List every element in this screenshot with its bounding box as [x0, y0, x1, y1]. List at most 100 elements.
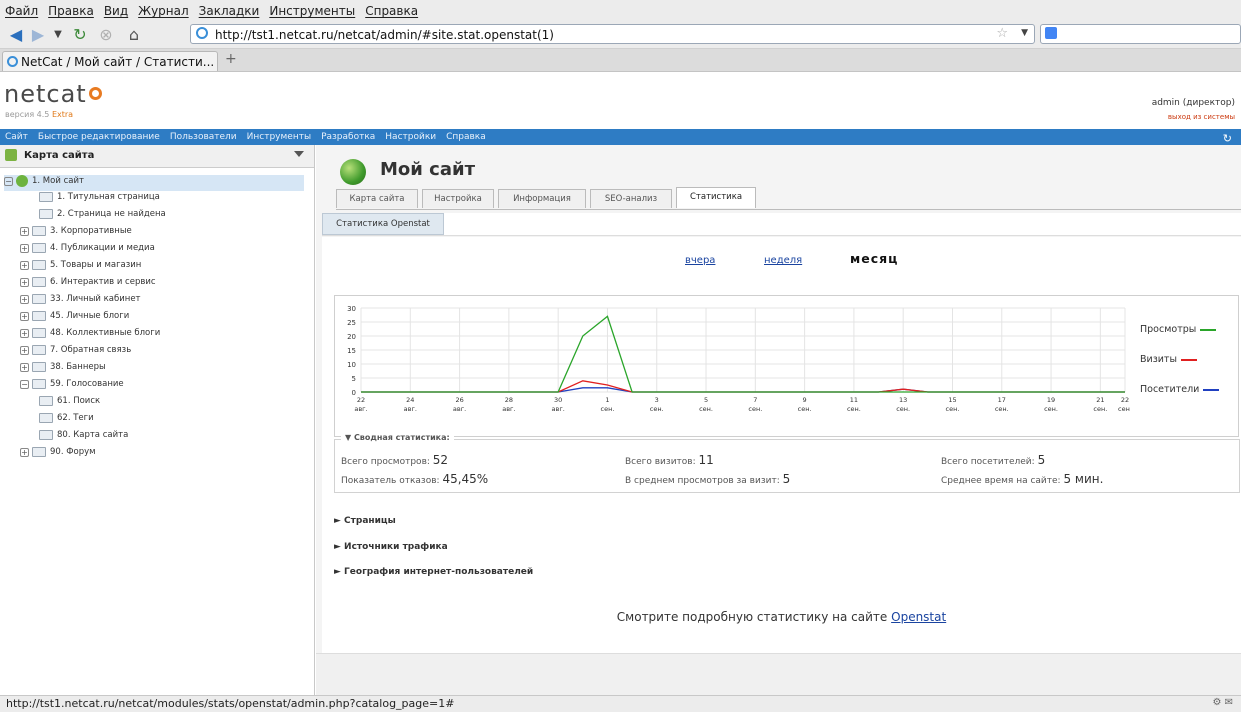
tree-expander-icon[interactable]: + [20, 226, 29, 236]
tree-item[interactable]: +45. Личные блоги [20, 311, 304, 327]
folder-icon [32, 226, 46, 236]
tree-item[interactable]: +3. Корпоративные [20, 226, 304, 242]
tree-expander-icon[interactable]: + [20, 362, 29, 372]
tree-expander-icon[interactable]: + [20, 243, 29, 253]
menu-item-2[interactable]: Вид [104, 4, 128, 18]
y-tick-label: 10 [347, 361, 356, 369]
tree-item[interactable]: +5. Товары и магазин [20, 260, 304, 276]
x-tick-label: 24 авг. [404, 396, 417, 413]
browser-statusbar: http://tst1.netcat.ru/netcat/modules/sta… [0, 695, 1241, 712]
browser-menubar: Файл Правка Вид Журнал Закладки Инструменты Сп… [0, 0, 1241, 22]
tree-expander-icon[interactable]: − [4, 176, 13, 186]
history-dropdown-icon[interactable]: ▼ [48, 25, 68, 45]
series-line-Визиты [361, 380, 1125, 393]
tree-expander-icon[interactable]: + [20, 277, 29, 287]
page-icon [196, 27, 208, 39]
stat-avg-time: Среднее время на сайте: 5 мин. [941, 472, 1103, 486]
legend-swatch [1180, 358, 1197, 361]
refresh-icon[interactable]: ↻ [1223, 132, 1232, 145]
stop-icon[interactable]: ⊗ [96, 25, 116, 45]
tab-2[interactable]: Информация [498, 189, 586, 208]
search-engine-icon[interactable] [1045, 27, 1057, 39]
browser-tab[interactable]: NetCat / Мой сайт / Статисти... [2, 51, 218, 71]
tree-item[interactable]: +4. Публикации и медиа [20, 243, 304, 259]
reload-icon[interactable]: ↻ [70, 25, 90, 45]
menu-item-6[interactable]: Справка [365, 4, 418, 18]
x-tick-label: 28 авг. [502, 396, 515, 413]
subtab-openstat[interactable]: Статистика Openstat [322, 213, 444, 235]
menu-item-5[interactable]: Инструменты [269, 4, 355, 18]
tree-expander-icon[interactable]: + [20, 260, 29, 270]
y-tick-label: 30 [347, 305, 356, 313]
collapse-arrow-icon[interactable] [294, 151, 304, 157]
nav-item-4[interactable]: Разработка [321, 132, 375, 142]
menu-item-3[interactable]: Журнал [138, 4, 189, 18]
x-tick-label: 9 сен. [798, 396, 812, 413]
nav-item-3[interactable]: Инструменты [247, 132, 311, 142]
summary-title[interactable]: ▼ Сводная статистика: [341, 433, 454, 442]
logout-link[interactable]: выход из системы [1152, 113, 1235, 121]
logo-text: netcat [4, 80, 87, 108]
tree-item[interactable]: +6. Интерактив и сервис [20, 277, 304, 293]
period-week-link[interactable]: неделя [764, 255, 802, 266]
nav-item-6[interactable]: Справка [446, 132, 486, 142]
tree-item[interactable]: 62. Теги [36, 413, 304, 429]
netcat-logo[interactable]: netcat [4, 80, 102, 108]
tree-expander-icon[interactable]: + [20, 345, 29, 355]
nav-item-2[interactable]: Пользователи [170, 132, 237, 142]
url-input[interactable]: http://tst1.netcat.ru/netcat/admin/#site… [190, 24, 1035, 44]
stats-content: вчера неделя месяц 0 5 10 15 20 25 30 22 авг. 24 а… [322, 237, 1241, 695]
tree-item[interactable]: 80. Карта сайта [36, 430, 304, 446]
subtab-strip: Статистика Openstat [322, 213, 1241, 236]
tree-item[interactable]: 2. Страница не найдена [36, 209, 304, 225]
tab-0[interactable]: Карта сайта [336, 189, 418, 208]
tree-expander-icon[interactable]: + [20, 294, 29, 304]
status-icons: ⚙ ✉ [1212, 697, 1233, 708]
tree-item[interactable]: 61. Поиск [36, 396, 304, 412]
tree-expander-icon[interactable]: + [20, 328, 29, 338]
tree-expander-icon[interactable]: + [20, 447, 29, 457]
section-traffic-sources[interactable]: ► Источники трафика [334, 542, 448, 552]
search-input[interactable] [1040, 24, 1241, 44]
tree-item[interactable]: +38. Баннеры [20, 362, 304, 378]
tree-item[interactable]: +33. Личный кабинет [20, 294, 304, 310]
nav-item-5[interactable]: Настройки [385, 132, 436, 142]
x-tick-label: 5 сен. [699, 396, 713, 413]
bookmark-star-icon[interactable]: ☆ [996, 26, 1008, 41]
openstat-link[interactable]: Openstat [891, 610, 946, 624]
legend-item: Просмотры [1140, 324, 1217, 335]
globe-icon [16, 175, 28, 187]
folder-icon [39, 192, 53, 202]
period-yesterday-link[interactable]: вчера [685, 255, 715, 266]
tree-item[interactable]: 1. Титульная страница [36, 192, 304, 208]
x-tick-label: 11 сен. [847, 396, 861, 413]
new-tab-button[interactable]: + [225, 51, 237, 67]
forward-button[interactable]: ▶ [28, 25, 48, 45]
tree-item-label: 48. Коллективные блоги [50, 328, 161, 338]
tree-item[interactable]: +90. Форум [20, 447, 304, 463]
nav-item-0[interactable]: Сайт [5, 132, 28, 142]
tree-item[interactable]: +7. Обратная связь [20, 345, 304, 361]
nav-item-1[interactable]: Быстрое редактирование [38, 132, 160, 142]
folder-icon [39, 209, 53, 219]
menu-item-1[interactable]: Правка [48, 4, 94, 18]
tab-4[interactable]: Статистика [676, 187, 756, 208]
home-icon[interactable]: ⌂ [124, 25, 144, 45]
section-pages[interactable]: ► Страницы [334, 516, 396, 526]
tree-item[interactable]: +48. Коллективные блоги [20, 328, 304, 344]
tree-item[interactable]: − 59. Голосование [20, 379, 304, 395]
url-text: http://tst1.netcat.ru/netcat/admin/#site… [215, 28, 554, 42]
tab-3[interactable]: SEO-анализ [590, 189, 672, 208]
back-button[interactable]: ◀ [6, 25, 26, 45]
folder-icon [32, 379, 46, 389]
url-dropdown-icon[interactable]: ▼ [1021, 28, 1028, 38]
tree-expander-icon[interactable]: + [20, 311, 29, 321]
tree-item-label: 2. Страница не найдена [57, 209, 166, 219]
tree-item[interactable]: − 1. Мой сайт [4, 175, 304, 191]
tree-expander-icon[interactable]: − [20, 379, 29, 389]
menu-item-0[interactable]: Файл [5, 4, 38, 18]
section-geography[interactable]: ► География интернет-пользователей [334, 567, 533, 577]
tab-1[interactable]: Настройка [422, 189, 494, 208]
menu-item-4[interactable]: Закладки [199, 4, 260, 18]
sidebar-header: Карта сайта [0, 145, 314, 168]
